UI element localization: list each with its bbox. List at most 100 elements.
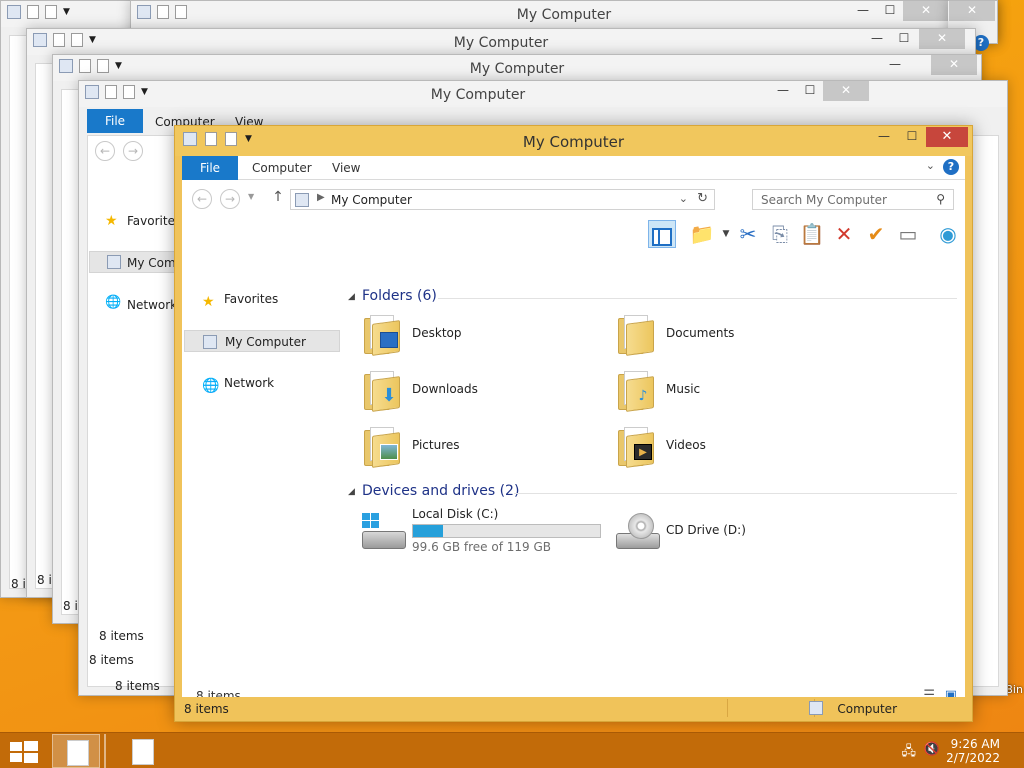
folder-name: Documents [666, 326, 735, 340]
nav-network[interactable]: Network [127, 298, 177, 312]
title-bar[interactable]: ▼ My Computer — ☐ ✕ [79, 81, 1007, 107]
minimize-button[interactable]: — [849, 1, 877, 21]
minimize-button[interactable]: — [881, 55, 909, 75]
folder-tile-videos[interactable]: ▶ Videos [614, 422, 854, 474]
maximize-button[interactable]: ☐ [797, 81, 823, 101]
window-title: My Computer [522, 133, 625, 151]
minimize-button[interactable]: — [863, 29, 891, 49]
devices-group-header[interactable]: ◢ Devices and drives (2) [348, 483, 957, 503]
close-button[interactable]: ✕ [823, 81, 869, 101]
preview-pane-button[interactable] [648, 220, 676, 248]
navigation-pane: ★ Favorites My Computer 🌐 Network [182, 252, 342, 684]
ribbon-tabs: File Computer View ⌄ ? [182, 156, 965, 180]
new-folder-icon[interactable] [45, 5, 57, 19]
file-tab[interactable]: File [87, 109, 143, 133]
up-button[interactable]: ↑ [270, 189, 286, 205]
network-tray-icon[interactable]: 🖧 [902, 742, 917, 764]
status-location: Computer [837, 702, 897, 716]
paste-icon[interactable]: 📋 [798, 220, 826, 248]
folder-name: Music [666, 382, 701, 396]
copy-icon[interactable]: ⎘ [766, 220, 794, 248]
collapse-arrow-icon[interactable]: ◢ [348, 487, 355, 497]
explorer-window[interactable]: ▼ My Computer — ☐ ✕ File Computer View ⌄… [174, 125, 973, 722]
forward-button[interactable]: → [220, 189, 240, 209]
minimize-button[interactable]: — [769, 81, 797, 101]
breadcrumb-chevron-icon[interactable]: ▶ [317, 192, 325, 203]
nav-favorites[interactable]: ★ Favorites [184, 288, 340, 310]
minimize-button[interactable]: — [870, 127, 898, 147]
network-globe-icon[interactable]: ◉ [934, 220, 962, 248]
folders-group-header[interactable]: ◢ Folders (6) [348, 288, 957, 308]
back-button[interactable]: ← [95, 141, 115, 161]
search-input[interactable]: Search My Computer ⚲ [752, 189, 954, 210]
maximize-button[interactable]: ☐ [877, 1, 903, 21]
maximize-button[interactable]: ☐ [891, 29, 917, 49]
drive-free-space: 99.6 GB free of 119 GB [412, 540, 551, 554]
back-button[interactable]: ← [192, 189, 212, 209]
taskbar: 🖧 🔇 9:26 AM 2/7/2022 [0, 732, 1024, 768]
computer-icon [295, 193, 309, 207]
folder-tile-downloads[interactable]: ⬇ Downloads [360, 366, 600, 418]
computer-tab[interactable]: Computer [240, 156, 324, 180]
nav-favorites-label: Favorites [224, 292, 279, 306]
window-title: My Computer [469, 61, 565, 77]
help-icon[interactable]: ? [943, 159, 959, 175]
cut-icon[interactable]: ✂ [734, 220, 762, 248]
close-button[interactable]: ✕ [903, 1, 949, 21]
expand-ribbon-icon[interactable]: ⌄ [926, 159, 935, 172]
taskbar-stack-edge [104, 734, 110, 768]
delete-icon[interactable]: ✕ [830, 220, 858, 248]
start-button[interactable] [8, 741, 38, 763]
status-bar: 8 items Computer [182, 697, 965, 721]
close-button[interactable]: ✕ [949, 1, 995, 21]
close-button[interactable]: ✕ [926, 127, 968, 147]
folder-tile-music[interactable]: ♪ Music [614, 366, 854, 418]
maximize-button[interactable]: ☐ [898, 127, 926, 147]
drive-usage-bar [412, 524, 601, 538]
title-bar[interactable]: ▼ My Computer — ☐ ✕ [175, 126, 972, 156]
folder-tile-desktop[interactable]: Desktop [360, 310, 600, 362]
recent-locations-icon[interactable]: ▼ [248, 192, 254, 201]
taskbar-app-document[interactable] [118, 734, 166, 768]
refresh-icon[interactable]: ↻ [697, 191, 708, 206]
close-button[interactable]: ✕ [919, 29, 965, 49]
chevron-down-icon[interactable]: ▼ [63, 7, 70, 17]
documents-folder-icon [614, 310, 658, 358]
address-box[interactable]: ▶ My Computer ⌄ ↻ [290, 189, 715, 210]
folder-tile-documents[interactable]: Documents [614, 310, 854, 362]
properties-icon[interactable] [27, 5, 39, 19]
close-button[interactable]: ✕ [931, 55, 977, 75]
network-icon: 🌐 [105, 295, 122, 310]
nav-network[interactable]: 🌐 Network [184, 372, 340, 394]
nav-my-computer[interactable]: My Com [127, 256, 176, 270]
status-divider [727, 699, 728, 717]
clock-date: 2/7/2022 [946, 751, 1000, 765]
document-icon [132, 739, 154, 765]
file-tab[interactable]: File [182, 156, 238, 180]
view-tab[interactable]: View [320, 156, 372, 180]
command-toolbar: 📁 ▼ ✂ ⎘ 📋 ✕ ✔ ▭ ◉ [182, 216, 965, 252]
address-location[interactable]: My Computer [331, 193, 412, 207]
title-bar[interactable]: ▼ My Computer — ✕ [53, 55, 981, 81]
collapse-arrow-icon[interactable]: ◢ [348, 292, 355, 302]
clock[interactable]: 9:26 AM 2/7/2022 [946, 737, 1000, 765]
address-dropdown-icon[interactable]: ⌄ [679, 192, 688, 205]
folder-name: Desktop [412, 326, 462, 340]
nav-network-label: Network [224, 376, 275, 390]
status-item-count: 8 items [89, 653, 134, 667]
title-bar[interactable]: My Computer — ☐ ✕ ☐ [131, 1, 997, 27]
drive-tile-d[interactable]: CD Drive (D:) [614, 507, 854, 559]
drive-tile-c[interactable]: Local Disk (C:) 99.6 GB free of 119 GB [360, 507, 610, 559]
nav-my-computer[interactable]: My Computer [184, 330, 340, 352]
window-title: My Computer [453, 35, 549, 51]
taskbar-app-explorer[interactable] [52, 734, 100, 768]
forward-button[interactable]: → [123, 141, 143, 161]
properties-icon[interactable]: ▭ [894, 220, 922, 248]
volume-muted-icon[interactable]: 🔇 [924, 742, 940, 757]
title-bar[interactable]: ▼ My Computer — ☐ ✕ [27, 29, 975, 55]
rename-checkmark-icon[interactable]: ✔ [862, 220, 890, 248]
search-icon[interactable]: ⚲ [936, 192, 945, 206]
folder-tile-pictures[interactable]: Pictures [360, 422, 600, 474]
search-placeholder: Search My Computer [761, 193, 887, 207]
cd-drive-icon [614, 513, 662, 553]
